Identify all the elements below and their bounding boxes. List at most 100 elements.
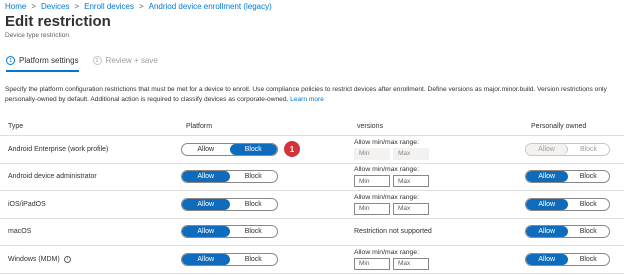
type-cell: macOS	[8, 219, 31, 246]
platform-cell: Allow Block	[181, 164, 278, 191]
range-label: Allow min/max range:	[354, 248, 419, 256]
range-inputs: Min Max	[354, 175, 432, 188]
block-option[interactable]: Block	[230, 254, 278, 265]
allow-option[interactable]: Allow	[182, 144, 230, 155]
block-option[interactable]: Block	[568, 226, 610, 237]
max-version-input[interactable]: Max	[393, 257, 429, 270]
platform-cell: Allow Block 1	[181, 136, 300, 163]
min-version-input: Min	[354, 147, 390, 160]
step-number: 2	[92, 56, 102, 65]
max-version-input[interactable]: Max	[393, 202, 429, 215]
table-row: iOS/iPadOS Allow Block Allow min/max ran…	[0, 191, 624, 219]
range-label: Allow min/max range:	[354, 166, 419, 174]
platform-type: iOS/iPadOS	[8, 200, 46, 208]
block-option[interactable]: Block	[568, 171, 610, 182]
platform-cell: Allow Block	[181, 219, 278, 246]
versions-cell: Restriction not supported	[354, 219, 432, 246]
allow-option[interactable]: Allow	[526, 253, 568, 265]
breadcrumb-separator: >	[31, 2, 37, 11]
versions-cell: Allow min/max range: Min Max	[354, 246, 432, 273]
table-row: macOS Allow Block Restriction not suppor…	[0, 219, 624, 246]
allow-option: Allow	[526, 143, 568, 155]
table-row: Android Enterprise (work profile) Allow …	[0, 136, 624, 164]
personally-owned-toggle[interactable]: Allow Block	[525, 170, 610, 184]
description-line-1: Specify the platform configuration restr…	[5, 86, 607, 93]
step-label: Platform settings	[19, 56, 79, 65]
block-option: Block	[579, 145, 598, 153]
versions-not-supported: Restriction not supported	[354, 228, 432, 236]
max-version-input[interactable]: Max	[393, 175, 429, 188]
block-option[interactable]: Block	[568, 199, 610, 210]
block-option[interactable]: Block	[230, 199, 278, 210]
platform-toggle[interactable]: Allow Block	[181, 197, 278, 211]
range-inputs: Min Max	[354, 147, 432, 160]
personally-owned-toggle[interactable]: Allow Block	[525, 225, 610, 239]
max-version-input: Max	[393, 147, 429, 160]
header-versions: versions	[357, 123, 384, 130]
allow-option[interactable]: Allow	[182, 198, 230, 210]
personally-owned-toggle[interactable]: Allow Block	[525, 197, 610, 211]
platform-type: Android Enterprise (work profile)	[8, 145, 109, 153]
allow-option[interactable]: Allow	[182, 253, 230, 265]
block-option[interactable]: Block	[568, 254, 610, 265]
allow-option[interactable]: Allow	[526, 198, 568, 210]
platform-cell: Allow Block	[181, 191, 278, 218]
breadcrumb-android-enrollment[interactable]: Andriod device enrollment (legacy)	[149, 2, 272, 11]
step-label: Review + save	[105, 56, 158, 65]
step-number: 1	[6, 56, 15, 65]
block-option[interactable]: Block	[230, 226, 278, 237]
breadcrumb-enroll-devices[interactable]: Enroll devices	[84, 2, 134, 11]
allow-option[interactable]: Allow	[182, 171, 230, 183]
platform-toggle[interactable]: Allow Block	[181, 170, 278, 184]
breadcrumb-devices[interactable]: Devices	[41, 2, 69, 11]
min-version-input[interactable]: Min	[354, 257, 390, 270]
personally-owned-toggle: Allow Block	[525, 142, 610, 156]
block-option[interactable]: Block	[229, 143, 277, 155]
breadcrumb-home[interactable]: Home	[5, 2, 26, 11]
restrictions-table: Type Platform versions Personally owned …	[0, 118, 624, 274]
step-review-save[interactable]: 2 Review + save	[92, 56, 158, 72]
owned-cell: Allow Block	[525, 219, 610, 246]
type-cell: Windows (MDM) i	[8, 246, 71, 273]
versions-cell: Allow min/max range: Min Max	[354, 164, 432, 191]
description-text: personally-owned by default. Additional …	[5, 95, 289, 103]
owned-cell: Allow Block	[525, 136, 610, 163]
versions-cell: Allow min/max range: Min Max	[354, 191, 432, 218]
info-icon[interactable]: i	[63, 255, 71, 263]
allow-option[interactable]: Allow	[526, 171, 568, 183]
owned-cell: Allow Block	[525, 246, 610, 273]
table-row: Android device administrator Allow Block…	[0, 164, 624, 191]
step-platform-settings[interactable]: 1 Platform settings	[6, 56, 79, 72]
versions-cell: Allow min/max range: Min Max	[354, 136, 432, 163]
header-personally-owned: Personally owned	[531, 123, 587, 130]
platform-type: Android device administrator	[8, 173, 97, 181]
table-body: Android Enterprise (work profile) Allow …	[0, 136, 624, 274]
wizard-steps: 1 Platform settings 2 Review + save	[6, 56, 172, 72]
min-version-input[interactable]: Min	[354, 202, 390, 215]
platform-toggle[interactable]: Allow Block	[181, 252, 278, 266]
platform-type: macOS	[8, 228, 32, 236]
personally-owned-toggle[interactable]: Allow Block	[525, 252, 610, 266]
allow-option[interactable]: Allow	[182, 226, 230, 238]
type-cell: Android device administrator	[8, 164, 97, 191]
table-header: Type Platform versions Personally owned	[0, 118, 624, 136]
allow-option[interactable]: Allow	[526, 226, 568, 238]
min-version-input[interactable]: Min	[354, 175, 390, 188]
owned-cell: Allow Block	[525, 191, 610, 218]
type-cell: Android Enterprise (work profile)	[8, 136, 108, 163]
platform-toggle[interactable]: Allow Block	[181, 142, 278, 156]
owned-cell: Allow Block	[525, 164, 610, 191]
block-option[interactable]: Block	[230, 171, 278, 182]
description-line-2: personally-owned by default. Additional …	[5, 95, 624, 105]
breadcrumb-separator: >	[74, 2, 80, 11]
step-badge: 1	[284, 141, 300, 158]
platform-type: Windows (MDM)	[8, 255, 60, 263]
range-label: Allow min/max range:	[354, 193, 419, 201]
page-title: Edit restriction	[5, 13, 111, 30]
header-platform: Platform	[186, 123, 213, 130]
learn-more-link[interactable]: Learn more	[290, 96, 324, 103]
platform-toggle[interactable]: Allow Block	[181, 225, 278, 239]
table-row: Windows (MDM) i Allow Block Allow min/ma…	[0, 246, 624, 274]
platform-cell: Allow Block	[181, 246, 278, 273]
range-inputs: Min Max	[354, 202, 432, 215]
